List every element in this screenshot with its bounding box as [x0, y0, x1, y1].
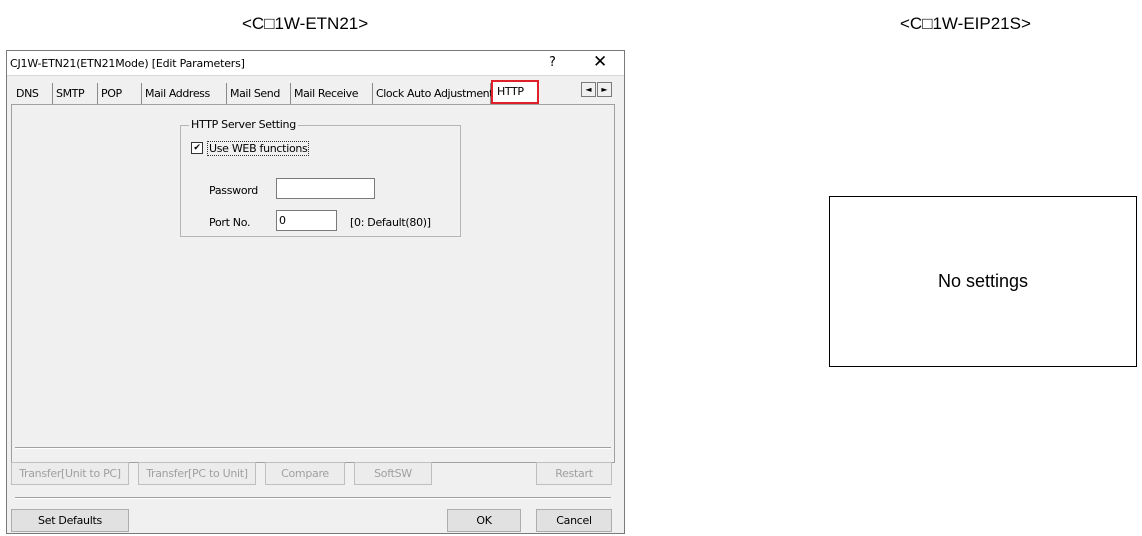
tab-http[interactable]: HTTP — [491, 80, 539, 104]
right-caption: <C□1W-EIP21S> — [900, 14, 1031, 33]
ok-button[interactable]: OK — [447, 509, 521, 532]
tab-mail-address[interactable]: Mail Address — [142, 83, 227, 104]
port-no-label: Port No. — [209, 216, 251, 229]
http-server-setting-group: HTTP Server Setting ✔ Use WEB functions P… — [180, 118, 461, 237]
transfer-pc-to-unit-button[interactable]: Transfer[PC to Unit] — [138, 462, 256, 485]
port-hint: [0: Default(80)] — [350, 216, 431, 229]
scroll-right-icon[interactable]: ► — [597, 82, 612, 97]
tab-clock-auto-adjustment[interactable]: Clock Auto Adjustment — [373, 83, 494, 104]
softsw-button[interactable]: SoftSW — [354, 462, 432, 485]
close-button[interactable]: ✕ — [593, 52, 607, 72]
restart-button[interactable]: Restart — [536, 462, 612, 485]
tab-smtp[interactable]: SMTP — [53, 83, 98, 104]
scroll-left-icon[interactable]: ◄ — [581, 82, 596, 97]
dialog-title: CJ1W-ETN21(ETN21Mode) [Edit Parameters] — [10, 57, 245, 70]
tab-mail-send[interactable]: Mail Send — [227, 83, 291, 104]
use-web-functions-label: Use WEB functions — [207, 140, 310, 156]
no-settings-text: No settings — [937, 271, 1029, 291]
tab-strip: DNS SMTP POP Mail Address Mail Send Mail… — [13, 80, 593, 105]
left-caption: <C□1W-ETN21> — [242, 14, 369, 33]
tab-dns[interactable]: DNS — [13, 83, 53, 104]
no-settings-box: No settings — [829, 196, 1137, 367]
use-web-functions-checkbox[interactable]: ✔ Use WEB functions — [191, 140, 310, 156]
cancel-button[interactable]: Cancel — [536, 509, 612, 532]
title-bar[interactable]: CJ1W-ETN21(ETN21Mode) [Edit Parameters] … — [7, 51, 624, 76]
separator-bottom — [15, 497, 611, 499]
tab-pop[interactable]: POP — [98, 83, 142, 104]
transfer-unit-to-pc-button[interactable]: Transfer[Unit to PC] — [11, 462, 129, 485]
tab-scroll-buttons: ◄ ► — [581, 82, 613, 98]
port-no-input[interactable] — [276, 210, 337, 231]
http-tab-page: HTTP Server Setting ✔ Use WEB functions P… — [11, 104, 615, 463]
compare-button[interactable]: Compare — [265, 462, 345, 485]
help-button[interactable]: ? — [549, 55, 556, 70]
password-label: Password — [209, 184, 258, 197]
checkbox-checked-icon[interactable]: ✔ — [191, 142, 203, 154]
tab-mail-receive[interactable]: Mail Receive — [291, 83, 373, 104]
edit-parameters-dialog: CJ1W-ETN21(ETN21Mode) [Edit Parameters] … — [6, 50, 625, 534]
separator-top — [15, 447, 611, 449]
group-title: HTTP Server Setting — [189, 118, 298, 131]
set-defaults-button[interactable]: Set Defaults — [11, 509, 129, 532]
password-input[interactable] — [276, 178, 375, 199]
